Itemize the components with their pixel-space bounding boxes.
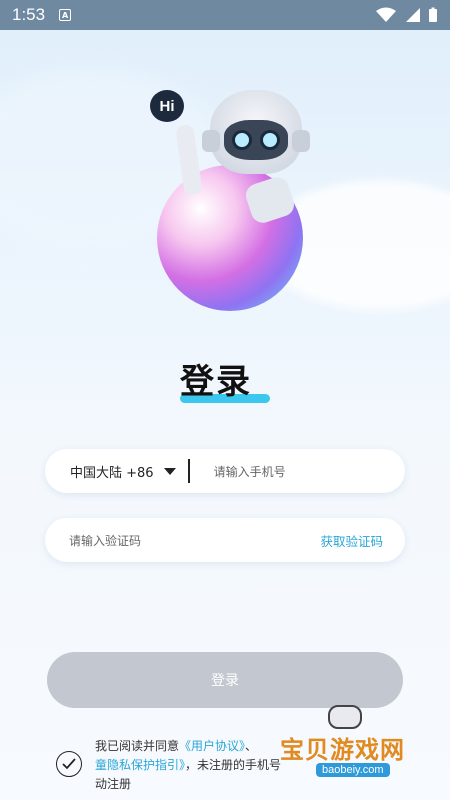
region-label: 中国大陆 +86 xyxy=(70,465,154,481)
agreement-separator: 、 xyxy=(245,739,258,753)
signal-icon xyxy=(406,8,420,22)
robot-ear xyxy=(292,130,310,152)
agree-checkbox[interactable] xyxy=(56,751,82,777)
hero-illustration: Hi xyxy=(0,30,450,350)
check-icon xyxy=(62,758,76,770)
user-agreement-link[interactable]: 《用户协议》 xyxy=(179,739,245,753)
watermark: 宝贝游戏网 baobeiy.com xyxy=(276,705,426,785)
robot-visor xyxy=(224,120,288,160)
agreement-prefix: 我已阅读并同意 xyxy=(95,739,180,753)
chevron-down-icon xyxy=(163,467,176,475)
watermark-text: 宝贝游戏网 xyxy=(280,736,405,764)
get-code-button[interactable]: 获取验证码 xyxy=(320,531,383,550)
phone-input[interactable]: 请输入手机号 xyxy=(214,463,286,480)
robot-mascot xyxy=(202,90,310,174)
gamepad-icon xyxy=(328,705,362,729)
robot-eye xyxy=(232,130,252,150)
status-bar: 1:53 A xyxy=(0,0,450,30)
phone-field[interactable]: 中国大陆 +86 请输入手机号 xyxy=(45,449,405,493)
status-time: 1:53 xyxy=(12,5,46,24)
text-cursor xyxy=(187,459,190,483)
code-field[interactable]: 请输入验证码 获取验证码 xyxy=(45,518,405,562)
page-title: 登录 xyxy=(180,362,252,402)
robot-eye xyxy=(260,130,280,150)
notification-icon: A xyxy=(59,9,72,21)
hi-bubble: Hi xyxy=(150,90,184,122)
robot-ear xyxy=(202,130,220,152)
watermark-url: baobeiy.com xyxy=(316,763,390,777)
privacy-link[interactable]: 童隐私保护指引》 xyxy=(95,758,185,772)
battery-icon xyxy=(429,7,437,22)
status-icons xyxy=(376,7,438,23)
wifi-icon xyxy=(376,7,396,22)
agreement-line3: 动注册 xyxy=(95,777,132,791)
agreement-suffix: ，未注册的手机号 xyxy=(185,758,282,772)
code-input[interactable]: 请输入验证码 xyxy=(69,532,141,549)
login-button[interactable]: 登录 xyxy=(47,652,403,708)
region-selector[interactable]: 中国大陆 +86 xyxy=(70,462,176,481)
